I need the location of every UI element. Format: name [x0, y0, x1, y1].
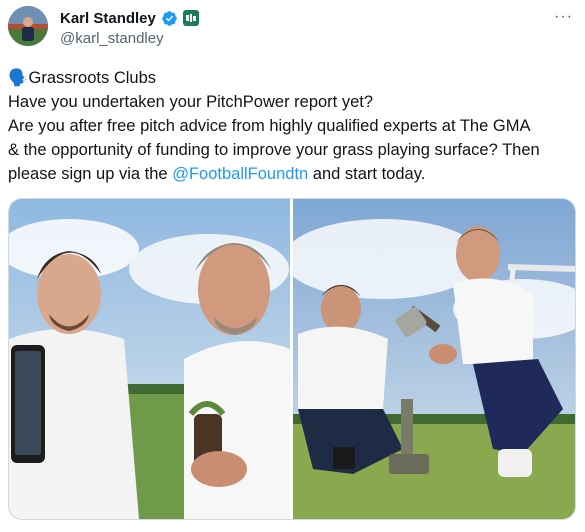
media-grid: [8, 198, 576, 520]
tweet-line-3: Are you after free pitch advice from hig…: [8, 117, 531, 135]
handle[interactable]: @karl_standley: [60, 30, 199, 47]
tweet-line-5-start: please sign up via the: [8, 165, 173, 183]
speaking-head-emoji: 🗣️: [8, 69, 29, 87]
tweet-line-1: 🗣️Grassroots Clubs: [8, 66, 578, 90]
photo-right[interactable]: [293, 199, 575, 519]
tweet-text: 🗣️Grassroots Clubs Have you undertaken y…: [8, 66, 578, 186]
tweet-line-5: please sign up via the @FootballFoundtn …: [8, 162, 578, 186]
affiliation-badge-icon[interactable]: [182, 10, 199, 26]
tweet-line-5-end: and start today.: [308, 165, 426, 183]
more-options-button[interactable]: ···: [554, 8, 573, 26]
avatar[interactable]: [8, 6, 48, 46]
tweet-line-4: & the opportunity of funding to improve …: [8, 141, 540, 159]
tweet-line-1-text: Grassroots Clubs: [28, 69, 157, 87]
display-name[interactable]: Karl Standley: [60, 10, 156, 27]
tweet-line-2: Have you undertaken your PitchPower repo…: [8, 93, 374, 111]
verified-badge-icon: [162, 10, 177, 26]
photo-left[interactable]: [9, 199, 290, 519]
tweet-header: Karl Standley @karl_standley ···: [8, 6, 577, 50]
mention-link[interactable]: @FootballFoundtn: [172, 165, 308, 183]
